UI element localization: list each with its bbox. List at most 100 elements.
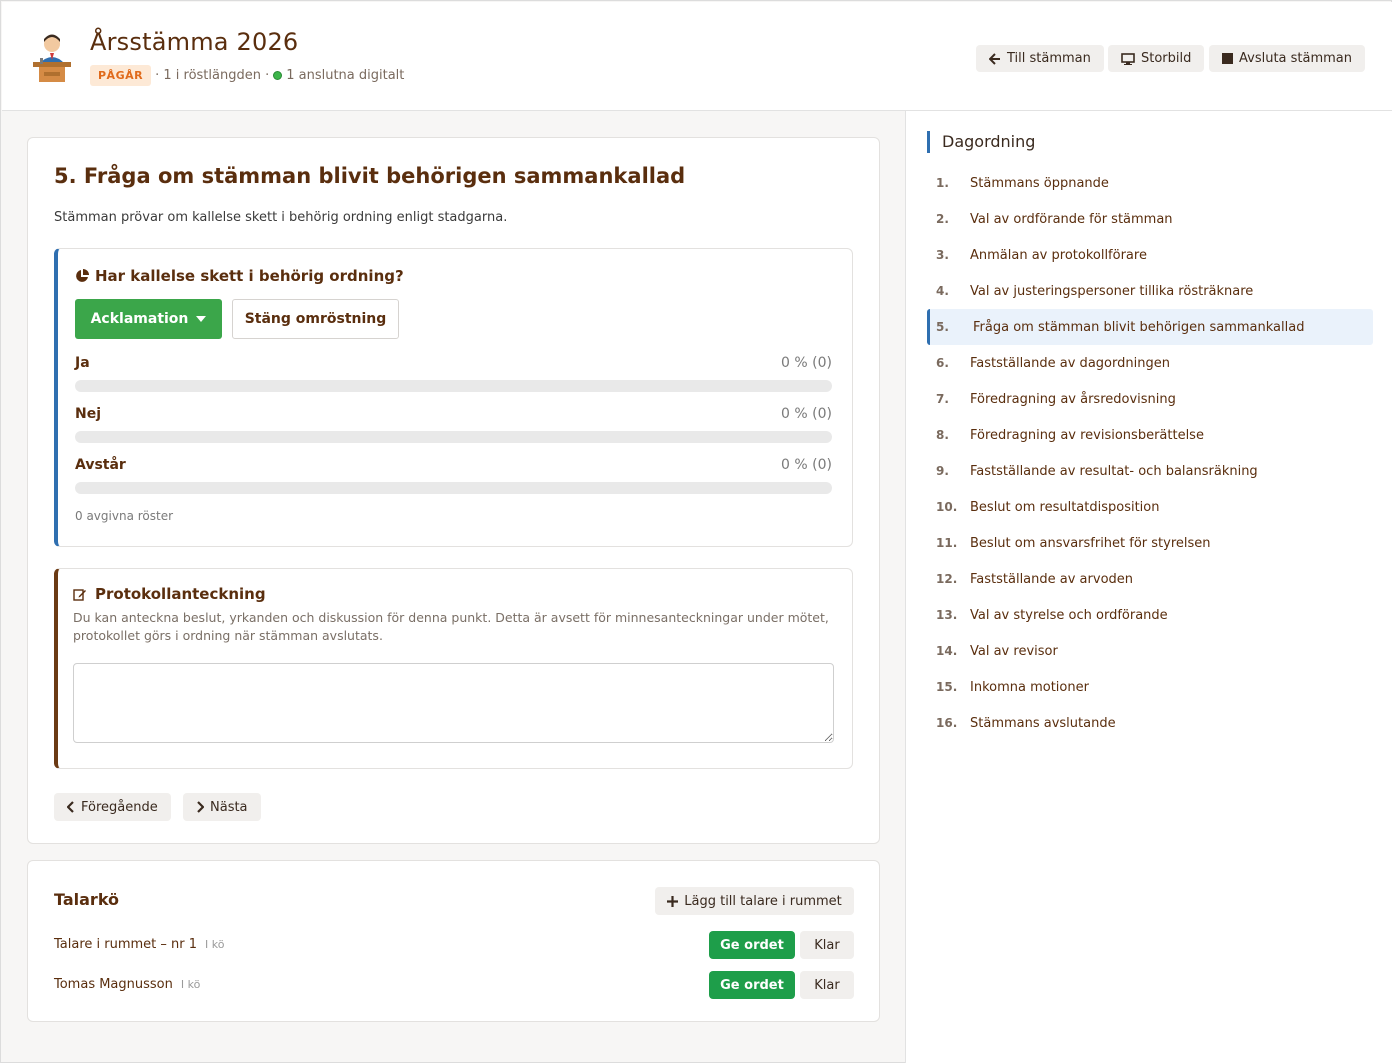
agenda-item-number: 9. xyxy=(936,464,949,478)
vote-question-text: Har kallelse skett i behörig ordning? xyxy=(95,267,404,285)
vote-option-value: 0 % (0) xyxy=(781,406,832,422)
agenda-item-number: 4. xyxy=(936,284,949,298)
arrow-left-icon xyxy=(989,52,1000,65)
agenda-item-label: Beslut om ansvarsfrihet för styrelsen xyxy=(970,535,1211,551)
agenda-item[interactable]: 7. Föredragning av årsredovisning xyxy=(927,381,1373,417)
vote-option-value: 0 % (0) xyxy=(781,355,832,371)
plus-icon xyxy=(667,895,679,907)
big-screen-label: Storbild xyxy=(1141,51,1192,66)
agenda-item[interactable]: 12. Fastställande av arvoden xyxy=(927,561,1373,597)
vote-option-label: Ja xyxy=(75,355,90,371)
notes-description: Du kan anteckna beslut, yrkanden och dis… xyxy=(73,610,829,643)
agenda-item[interactable]: 5. Fråga om stämman blivit behörigen samm… xyxy=(927,309,1373,345)
agenda-item-number: 5. xyxy=(936,320,949,334)
agenda-item-number: 2. xyxy=(936,212,949,226)
chevron-left-icon xyxy=(67,801,74,813)
acclamation-label: Acklamation xyxy=(90,311,189,327)
to-meeting-button[interactable]: Till stämman xyxy=(976,45,1104,72)
agenda-item[interactable]: 6. Fastställande av dagordningen xyxy=(927,345,1373,381)
agenda-item-label: Stämmans öppnande xyxy=(970,175,1109,191)
to-meeting-label: Till stämman xyxy=(1007,51,1091,66)
agenda-item[interactable]: 8. Föredragning av revisionsberättelse xyxy=(927,417,1373,453)
vote-option-bar xyxy=(75,431,832,443)
speaker-done-button[interactable]: Klar xyxy=(800,971,854,999)
vote-panel: Har kallelse skett i behörig ordning? Ac… xyxy=(54,248,853,547)
give-floor-button[interactable]: Ge ordet xyxy=(709,971,795,999)
vote-option-label: Nej xyxy=(75,406,102,422)
big-screen-button[interactable]: Storbild xyxy=(1108,45,1205,72)
next-button[interactable]: Nästa xyxy=(183,793,261,821)
agenda-item-number: 1. xyxy=(936,176,949,190)
agenda-item-label: Föredragning av revisionsberättelse xyxy=(970,427,1204,443)
speaker-status: I kö xyxy=(180,978,201,991)
voters-count: · 1 i röstlängden · xyxy=(155,67,270,83)
agenda-item[interactable]: 9. Fastställande av resultat- och balansr… xyxy=(927,453,1373,489)
agenda-item[interactable]: 3. Anmälan av protokollförare xyxy=(927,237,1373,273)
agenda-item-number: 11. xyxy=(936,536,958,550)
speaker-queue-title: Talarkö xyxy=(54,890,120,909)
item-title: 5. Fråga om stämman blivit behörigen sam… xyxy=(54,164,686,188)
speaker-queue-card: Talarkö Lägg till talare i rummet Talare… xyxy=(27,860,880,1022)
speaker-done-button[interactable]: Klar xyxy=(800,931,854,959)
notes-input[interactable] xyxy=(73,663,834,743)
agenda-item-label: Fastställande av dagordningen xyxy=(970,355,1170,371)
agenda-item[interactable]: 16. Stämmans avslutande xyxy=(927,705,1373,741)
agenda-item[interactable]: 2. Val av ordförande för stämman xyxy=(927,201,1373,237)
agenda-item[interactable]: 14. Val av revisor xyxy=(927,633,1373,669)
agenda-item-label: Beslut om resultatdisposition xyxy=(970,499,1160,515)
agenda-item[interactable]: 1. Stämmans öppnande xyxy=(927,165,1373,201)
add-speaker-button[interactable]: Lägg till talare i rummet xyxy=(655,887,854,915)
agenda-item-label: Fråga om stämman blivit behörigen samman… xyxy=(973,319,1305,335)
agenda-item-card: 5. Fråga om stämman blivit behörigen sam… xyxy=(27,137,880,844)
speaker-name-text: Talare i rummet – nr 1 xyxy=(54,937,198,952)
agenda-item-number: 14. xyxy=(936,644,958,658)
agenda-item[interactable]: 4. Val av justeringspersoner tillika röst… xyxy=(927,273,1373,309)
agenda-item-label: Stämmans avslutande xyxy=(970,715,1116,731)
notes-title-text: Protokollanteckning xyxy=(95,585,266,603)
stop-square-icon xyxy=(1222,53,1233,64)
speaker-name: Talare i rummet – nr 1 I kö xyxy=(54,937,224,952)
vote-question: Har kallelse skett i behörig ordning? xyxy=(75,267,404,285)
agenda-item-number: 15. xyxy=(936,680,958,694)
edit-note-icon xyxy=(73,588,86,601)
agenda-item-label: Val av styrelse och ordförande xyxy=(970,607,1168,623)
vote-option-bar xyxy=(75,380,832,392)
add-speaker-label: Lägg till talare i rummet xyxy=(684,893,842,909)
speaker-name-text: Tomas Magnusson xyxy=(54,977,173,992)
speaker-podium-icon xyxy=(30,30,74,84)
acclamation-dropdown-button[interactable]: Acklamation xyxy=(75,299,222,339)
online-status-icon xyxy=(273,70,283,80)
previous-label: Föregående xyxy=(81,799,158,815)
agenda-item[interactable]: 15. Inkomna motioner xyxy=(927,669,1373,705)
pie-chart-icon xyxy=(76,269,89,282)
status-badge: PÅGÅR xyxy=(90,64,152,86)
agenda-item-number: 6. xyxy=(936,356,949,370)
previous-button[interactable]: Föregående xyxy=(54,793,171,821)
vote-option-label: Avstår xyxy=(75,457,126,473)
speaker-row: Talare i rummet – nr 1 I kö Ge ordet Klar xyxy=(54,931,854,959)
vote-count: 0 avgivna röster xyxy=(75,509,174,523)
agenda-item-number: 8. xyxy=(936,428,949,442)
agenda-item-number: 7. xyxy=(936,392,949,406)
meeting-meta: PÅGÅR · 1 i röstlängden · 1 anslutna dig… xyxy=(90,64,404,86)
close-vote-button[interactable]: Stäng omröstning xyxy=(232,299,399,339)
agenda-title: Dagordning xyxy=(927,131,1035,153)
agenda-item[interactable]: 11. Beslut om ansvarsfrihet för styrelsen xyxy=(927,525,1373,561)
give-floor-button[interactable]: Ge ordet xyxy=(709,931,795,959)
agenda-item-number: 13. xyxy=(936,608,958,622)
agenda-item-number: 3. xyxy=(936,248,949,262)
vote-option-value: 0 % (0) xyxy=(781,457,832,473)
chevron-right-icon xyxy=(197,801,204,813)
agenda-item[interactable]: 10. Beslut om resultatdisposition xyxy=(927,489,1373,525)
speaker-status: I kö xyxy=(205,938,225,951)
agenda-item-label: Val av justeringspersoner tillika rösträ… xyxy=(970,283,1254,299)
notes-title: Protokollanteckning xyxy=(73,585,266,603)
agenda-item[interactable]: 13. Val av styrelse och ordförande xyxy=(927,597,1373,633)
agenda-item-label: Anmälan av protokollförare xyxy=(970,247,1147,263)
end-meeting-button[interactable]: Avsluta stämman xyxy=(1209,45,1366,72)
agenda-item-label: Val av revisor xyxy=(970,643,1058,659)
item-description: Stämman prövar om kallelse skett i behör… xyxy=(54,210,508,225)
agenda-item-label: Fastställande av resultat- och balansräk… xyxy=(970,463,1258,479)
speaker-row: Tomas Magnusson I kö Ge ordet Klar xyxy=(54,971,854,999)
caret-down-icon xyxy=(196,316,207,322)
